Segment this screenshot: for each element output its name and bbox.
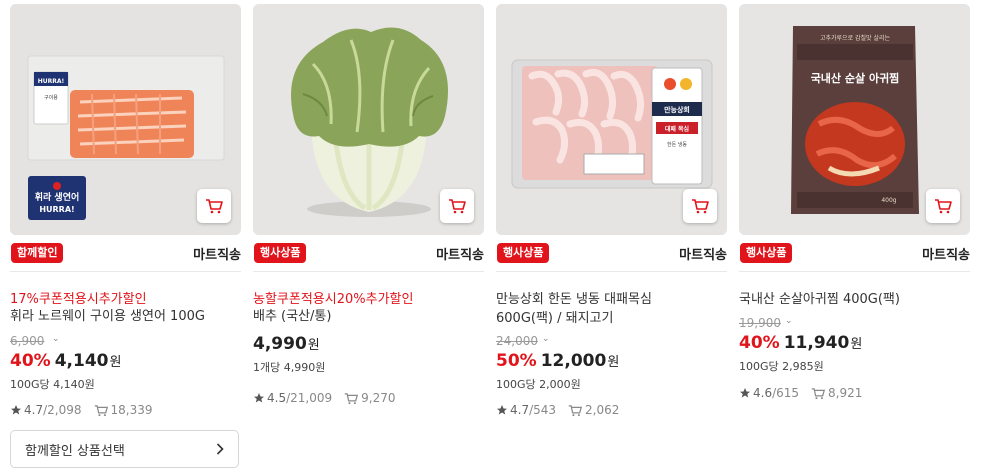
unit-price: 1개당 4,990원: [253, 361, 326, 374]
product-stats: 4.7/2,098 18,339: [10, 403, 153, 417]
delivery-channel: 마트직송: [922, 248, 970, 263]
cart-icon: [206, 199, 223, 214]
coupon-promo: 농할쿠폰적용시20%추가할인: [253, 292, 414, 307]
product-name[interactable]: 휘라 노르웨이 구이용 생연어 100G: [10, 307, 241, 326]
unit-price: 100G당 2,985원: [739, 360, 824, 373]
delivery-channel: 마트직송: [436, 248, 484, 263]
star-icon: [254, 393, 264, 403]
unit-price: 100G당 2,000원: [496, 378, 581, 391]
chevron-down-icon[interactable]: ⌄: [542, 334, 550, 344]
package-label-sub: 구이용: [44, 94, 58, 101]
original-price: 19,900: [739, 316, 781, 330]
coupon-promo: 17%쿠폰적용시추가할인: [10, 292, 147, 307]
price-line: 40% 11,940원: [739, 333, 862, 353]
discount-rate: 40%: [10, 351, 51, 371]
currency-unit: 원: [307, 338, 320, 353]
product-card[interactable]: 만능상회 대패 목심 한돈 냉동 행사상품 마트직송 만능상회 한돈 냉동 대패…: [496, 4, 727, 471]
delivery-channel: 마트직송: [679, 248, 727, 263]
sale-price: 12,000: [540, 351, 607, 371]
product-name[interactable]: 국내산 순살아귀찜 400G(팩): [739, 290, 970, 309]
cart-icon: [449, 199, 466, 214]
product-stats: 4.6/615 8,921: [739, 386, 862, 400]
product-name[interactable]: 만능상회 한돈 냉동 대패목심 600G(팩) / 돼지고기: [496, 290, 711, 328]
add-to-cart-button[interactable]: [683, 189, 717, 223]
package-sub: 한돈 냉동: [667, 141, 687, 148]
cart-check-icon: [811, 387, 826, 399]
divider: [739, 271, 970, 272]
review-count: /543: [529, 403, 557, 417]
star-icon: [740, 388, 750, 398]
review-count: /615: [772, 386, 800, 400]
cart-count: 18,339: [110, 403, 153, 417]
promo-badge: 함께할인: [11, 243, 64, 263]
price-line: 4,990원: [253, 334, 320, 354]
currency-unit: 원: [109, 355, 122, 370]
sale-price: 4,990: [253, 334, 307, 354]
review-count: /2,098: [43, 403, 82, 417]
promo-badge: 행사상품: [254, 243, 307, 263]
cart-check-icon: [94, 404, 108, 416]
product-stats: 4.7/543 2,062: [496, 403, 619, 417]
rating: 4.7: [24, 403, 44, 417]
original-price: 6,900: [10, 334, 45, 348]
sale-price: 11,940: [783, 333, 850, 353]
discount-rate: 50%: [496, 351, 537, 371]
divider: [496, 271, 727, 272]
sale-price: 4,140: [54, 351, 109, 371]
delivery-channel: 마트직송: [193, 248, 241, 263]
cart-icon: [692, 199, 709, 214]
cart-count: 2,062: [585, 403, 620, 417]
product-card[interactable]: 고추가루으로 감칠맛 살리는 국내산 순살 아귀찜 400g 행사상품 마트직송…: [739, 4, 970, 471]
chevron-down-icon[interactable]: ⌄: [52, 334, 60, 344]
product-image[interactable]: 만능상회 대패 목심 한돈 냉동: [496, 4, 727, 235]
package-title: 국내산 순살 아귀찜: [811, 71, 900, 85]
package-weight: 400g: [881, 197, 896, 204]
chevron-right-icon: [216, 443, 224, 455]
currency-unit: 원: [850, 337, 863, 352]
product-image[interactable]: [253, 4, 484, 235]
product-card[interactable]: 행사상품 마트직송 농할쿠폰적용시20%추가할인 배추 (국산/통) 4,990…: [253, 4, 484, 471]
cart-count: 8,921: [828, 386, 863, 400]
bundle-select-button[interactable]: 함께할인 상품선택: [10, 430, 239, 468]
promo-badge: 행사상품: [740, 243, 793, 263]
package-sub: 고추가루으로 감칠맛 살리는: [820, 34, 891, 42]
star-icon: [11, 405, 21, 415]
rating: 4.7: [510, 403, 530, 417]
original-price: 24,000: [496, 334, 538, 348]
cart-check-icon: [344, 392, 359, 404]
bundle-select-label: 함께할인 상품선택: [25, 443, 125, 459]
rating: 4.6: [753, 386, 773, 400]
rating: 4.5: [267, 391, 287, 405]
add-to-cart-button[interactable]: [197, 189, 231, 223]
divider: [253, 271, 484, 272]
add-to-cart-button[interactable]: [926, 189, 960, 223]
package-title: 휘라 생연어: [35, 191, 80, 203]
price-line: 40% 4,140원: [10, 351, 121, 371]
package-brand: HURRA!: [39, 205, 74, 214]
product-image[interactable]: 휘라 생연어 HURRA! HURRA! 구이용: [10, 4, 241, 235]
promo-badge: 행사상품: [497, 243, 550, 263]
package-title: 대패 목심: [665, 125, 689, 133]
package-label-brand: HURRA!: [38, 78, 65, 85]
product-stats: 4.5/21,009 9,270: [253, 391, 395, 405]
currency-unit: 원: [607, 355, 620, 370]
package-brand: 만능상회: [664, 105, 690, 114]
price-line: 50% 12,000원: [496, 351, 619, 371]
divider: [10, 271, 241, 272]
unit-price: 100G당 4,140원: [10, 378, 95, 391]
cart-check-icon: [568, 404, 583, 416]
product-name[interactable]: 배추 (국산/통): [253, 307, 484, 326]
chevron-down-icon[interactable]: ⌄: [785, 316, 793, 326]
star-icon: [497, 405, 507, 415]
review-count: /21,009: [286, 391, 333, 405]
product-image[interactable]: 고추가루으로 감칠맛 살리는 국내산 순살 아귀찜 400g: [739, 4, 970, 235]
cart-icon: [935, 199, 952, 214]
cart-count: 9,270: [361, 391, 396, 405]
discount-rate: 40%: [739, 333, 780, 353]
product-card[interactable]: 휘라 생연어 HURRA! HURRA! 구이용 함께할인 마트직송 17%쿠폰…: [10, 4, 241, 471]
add-to-cart-button[interactable]: [440, 189, 474, 223]
